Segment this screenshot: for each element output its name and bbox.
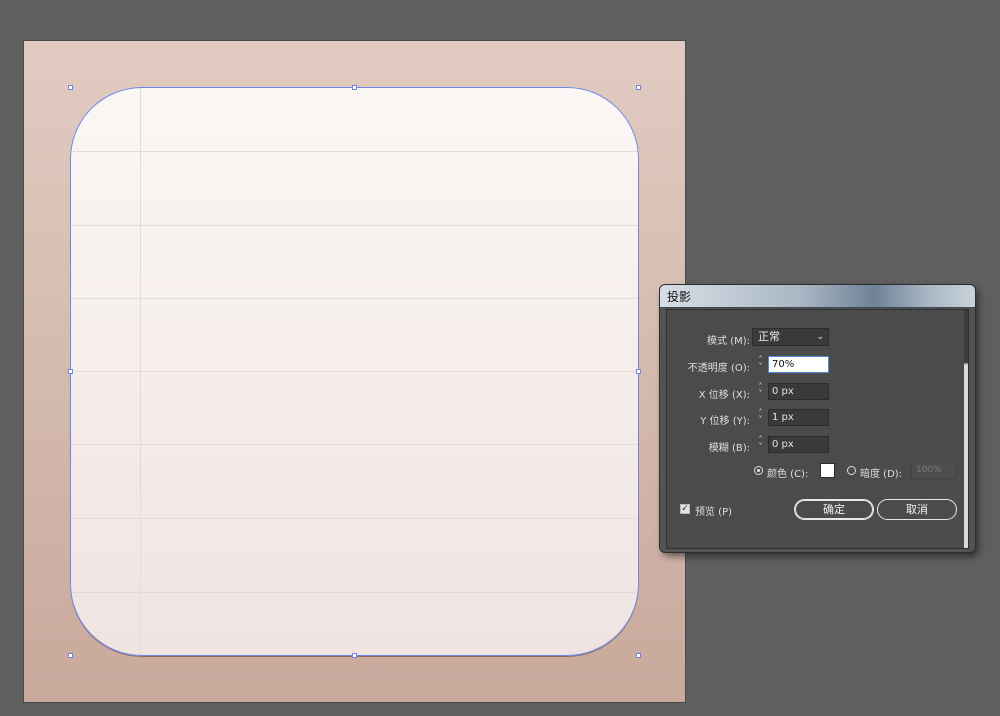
darkness-radio[interactable]: [847, 466, 856, 475]
shadow-color-swatch[interactable]: [820, 463, 835, 478]
color-radio[interactable]: [754, 466, 763, 475]
preview-checkbox[interactable]: ✓: [680, 504, 690, 514]
stepper-down-icon[interactable]: ˅: [755, 363, 766, 371]
x-offset-stepper[interactable]: ˄ ˅: [755, 383, 766, 400]
stepper-down-icon[interactable]: ˅: [755, 416, 766, 424]
ok-button[interactable]: 确定: [794, 499, 874, 520]
chevron-down-icon: ⌄: [816, 332, 824, 342]
dialog-title: 投影: [667, 290, 692, 304]
card-ruled-line: [70, 444, 639, 445]
card-ruled-line: [70, 518, 639, 519]
cancel-button[interactable]: 取消: [877, 499, 957, 520]
blur-stepper[interactable]: ˄ ˅: [755, 436, 766, 453]
blur-label: 模糊 (B):: [708, 443, 750, 454]
card-ruled-line: [70, 298, 639, 299]
opacity-stepper[interactable]: ˄ ˅: [755, 356, 766, 373]
mode-value: 正常: [758, 330, 780, 343]
card-ruled-line: [70, 225, 639, 226]
y-offset-stepper[interactable]: ˄ ˅: [755, 409, 766, 426]
dialog-scrollbar[interactable]: [964, 310, 968, 548]
blur-field[interactable]: 0 px: [768, 436, 829, 453]
card-ruled-line: [70, 151, 639, 152]
card-ruled-line: [70, 371, 639, 372]
preview-label: 预览 (P): [695, 507, 733, 518]
rounded-card-shape[interactable]: [70, 87, 639, 656]
x-offset-field[interactable]: 0 px: [768, 383, 829, 400]
x-offset-label: X 位移 (X):: [698, 390, 750, 401]
stepper-down-icon[interactable]: ˅: [755, 443, 766, 451]
dialog-titlebar[interactable]: 投影: [660, 285, 975, 308]
color-label: 颜色 (C):: [767, 469, 809, 480]
darkness-label: 暗度 (D):: [860, 469, 903, 480]
darkness-field: 100%: [911, 462, 957, 479]
opacity-field[interactable]: 70%: [768, 356, 829, 373]
opacity-label: 不透明度 (O):: [687, 363, 750, 374]
y-offset-label: Y 位移 (Y):: [700, 416, 750, 427]
card-ruled-line: [70, 592, 639, 593]
y-offset-field[interactable]: 1 px: [768, 409, 829, 426]
mode-select[interactable]: 正常 ⌄: [752, 328, 829, 346]
stepper-down-icon[interactable]: ˅: [755, 390, 766, 398]
mode-label: 模式 (M):: [707, 336, 750, 347]
